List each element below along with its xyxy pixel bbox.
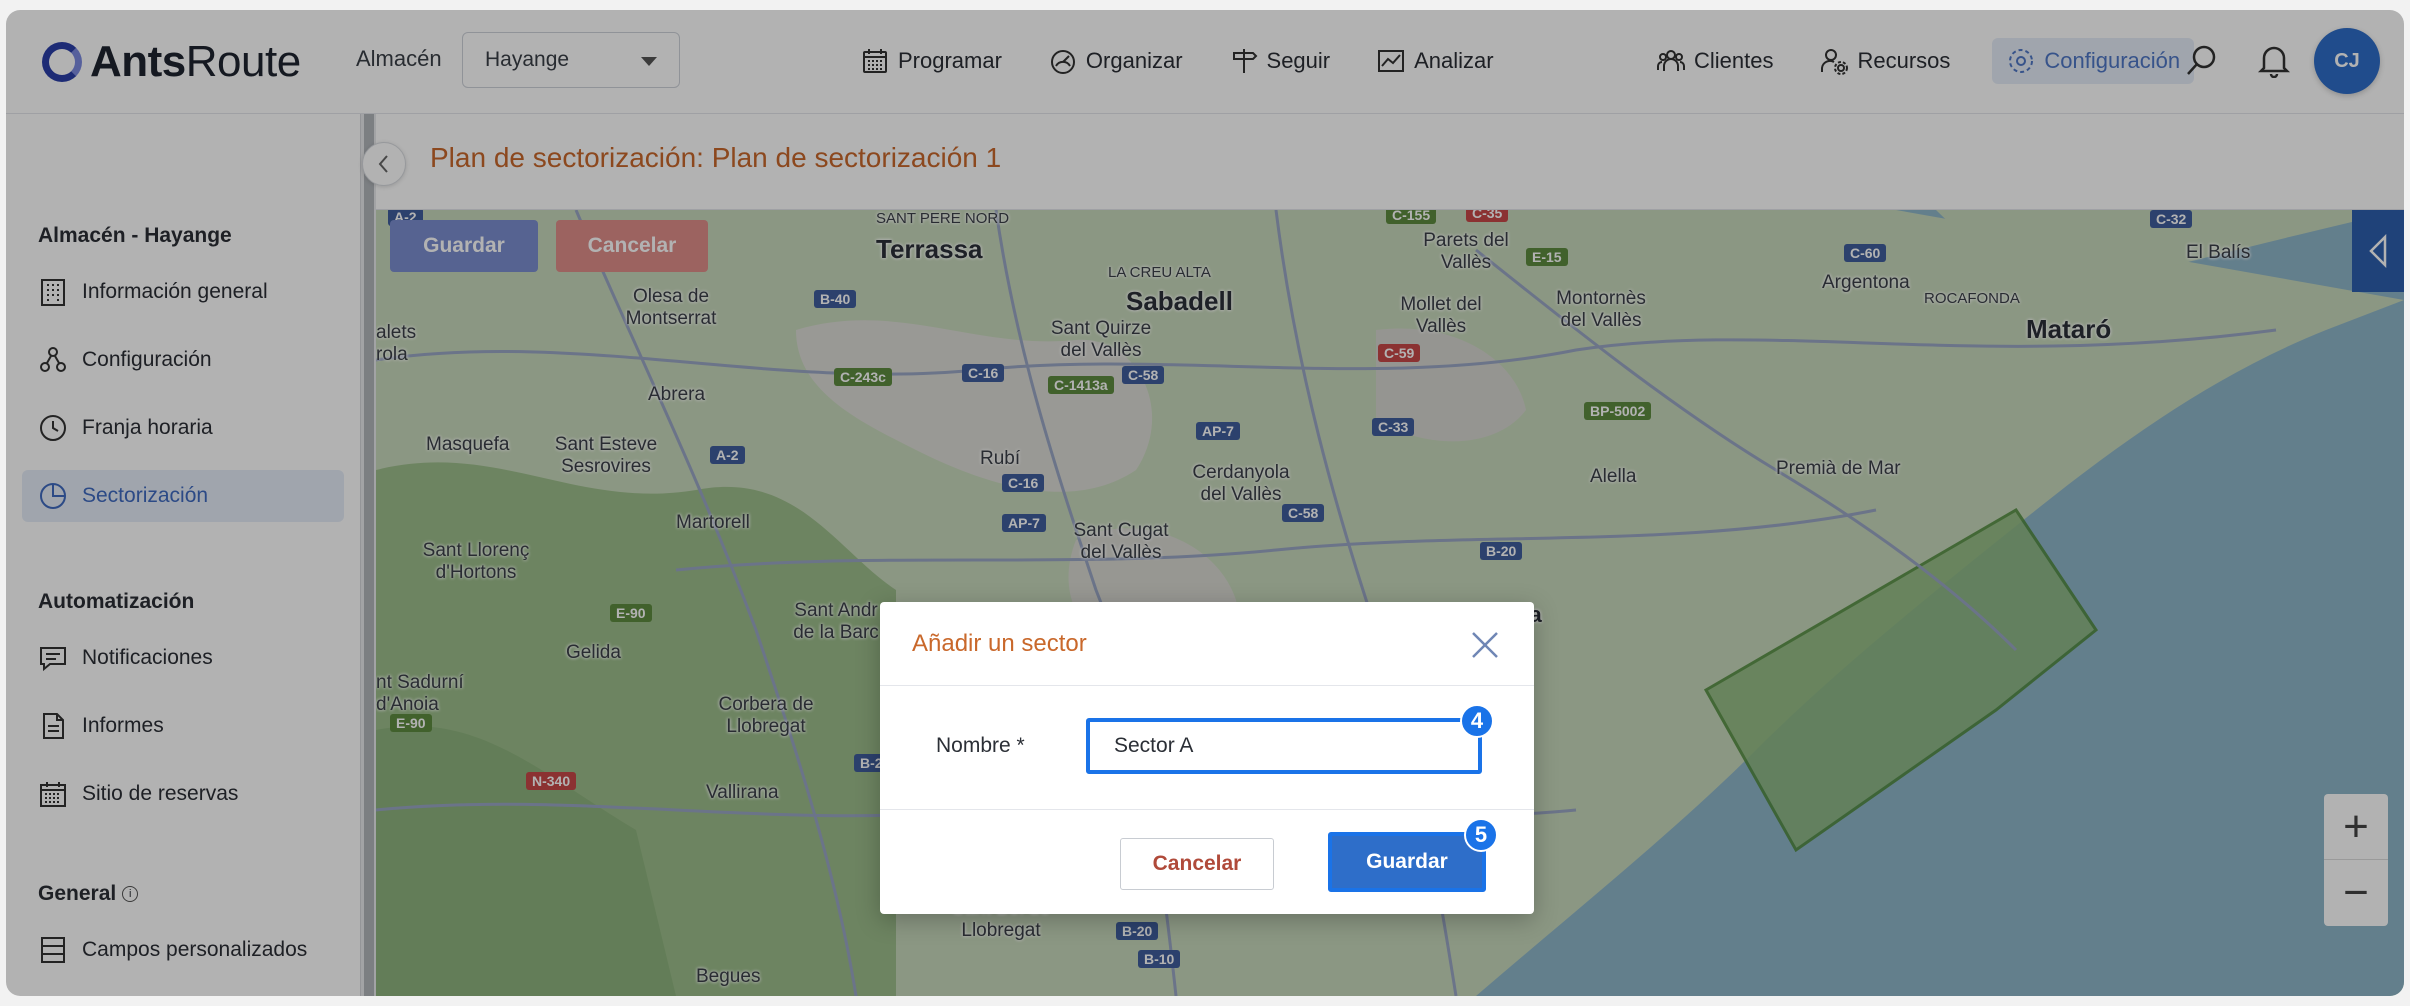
modal-close-button[interactable] <box>1470 630 1500 660</box>
name-field-label: Nombre * <box>936 734 1025 757</box>
modal-title: Añadir un sector <box>912 630 1087 657</box>
modal-cancel-button[interactable]: Cancelar <box>1120 838 1274 890</box>
add-sector-modal: Añadir un sector Nombre * 4 Cancelar Gua… <box>880 602 1534 914</box>
modal-save-button[interactable]: Guardar <box>1328 832 1486 892</box>
app-window: AntsRoute Almacén Hayange Programar Orga… <box>6 10 2404 996</box>
step-badge-save: 5 <box>1464 818 1498 852</box>
step-badge-input: 4 <box>1460 704 1494 738</box>
sector-name-input[interactable] <box>1086 718 1482 774</box>
close-icon <box>1472 632 1498 658</box>
